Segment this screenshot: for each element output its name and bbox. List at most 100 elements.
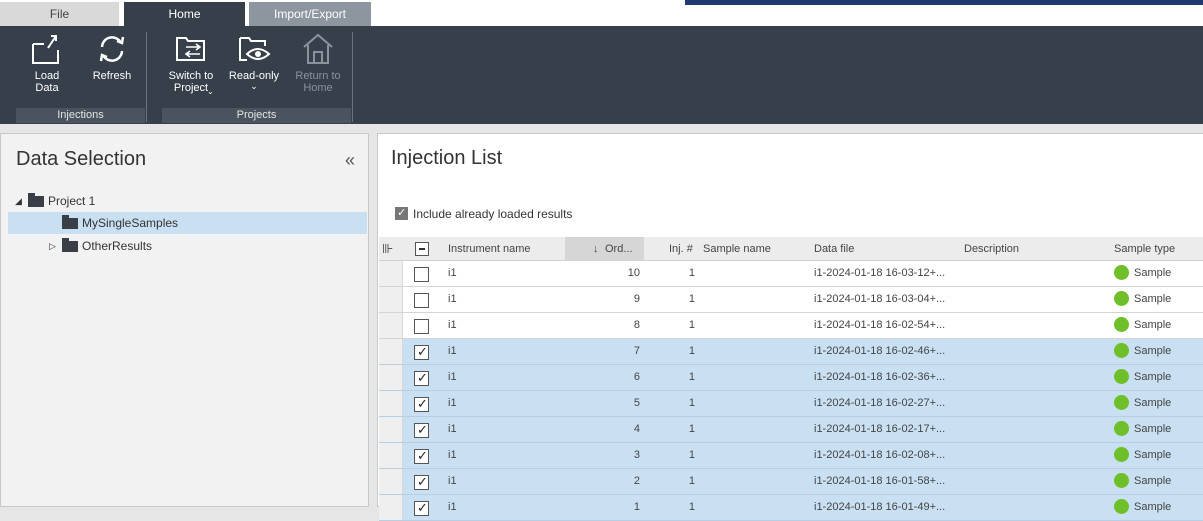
table-row[interactable]: i1 8 1 i1-2024-01-18 16-02-54+... Sample (379, 313, 1203, 339)
table-row[interactable]: i1 4 1 i1-2024-01-18 16-02-17+... Sample (379, 417, 1203, 443)
cell-order: 9 (633, 293, 640, 305)
column-header-description[interactable]: Description (964, 237, 1084, 260)
row-checkbox[interactable] (414, 293, 429, 308)
cell-data-file: i1-2024-01-18 16-02-54+... (814, 319, 946, 331)
include-loaded-results[interactable]: Include already loaded results (395, 206, 572, 221)
sample-type-label: Sample (1134, 397, 1172, 409)
injection-list-panel: Injection List Include already loaded re… (377, 133, 1203, 521)
tree-item-mysinglesamples[interactable]: MySingleSamples (8, 212, 367, 234)
refresh-button[interactable]: Refresh (87, 32, 137, 82)
cell-instrument: i1 (448, 293, 457, 305)
row-checkbox[interactable] (414, 422, 429, 438)
table-row[interactable]: i1 2 1 i1-2024-01-18 16-01-58+... Sample (379, 469, 1203, 495)
cell-instrument: i1 (448, 423, 457, 435)
row-checkbox[interactable] (414, 370, 429, 386)
sample-type-dot-icon (1114, 473, 1129, 488)
tree-item-otherresults[interactable]: ▷ OtherResults (8, 235, 367, 257)
cell-data-file: i1-2024-01-18 16-02-46+... (814, 345, 946, 357)
column-header-sample-name[interactable]: Sample name (703, 237, 803, 260)
expanded-arrow-icon[interactable]: ◢ (15, 190, 22, 212)
row-gutter[interactable] (379, 365, 403, 390)
sample-type-dot-icon (1114, 395, 1129, 410)
select-all-checkbox[interactable] (415, 237, 431, 260)
sample-type-label: Sample (1134, 423, 1172, 435)
tab-home[interactable]: Home (124, 2, 245, 26)
switch-to-project-button[interactable]: Switch to Project ⌄ (163, 32, 219, 96)
load-data-button[interactable]: Load Data (22, 32, 72, 94)
column-header-order-label: Ord... (605, 243, 633, 255)
tab-file[interactable]: File (0, 2, 119, 26)
row-gutter[interactable] (379, 313, 403, 338)
cell-inj: 1 (688, 501, 695, 513)
cell-sample-type: Sample (1114, 443, 1203, 468)
row-checkbox[interactable] (414, 448, 429, 464)
cell-description (964, 469, 1104, 494)
folder-icon (28, 193, 44, 207)
row-gutter[interactable] (379, 443, 403, 468)
cell-sample-type: Sample (1114, 365, 1203, 390)
row-checkbox[interactable] (414, 396, 429, 412)
cell-sample-name (703, 261, 803, 286)
return-to-home-button[interactable]: Return to Home (290, 32, 346, 94)
table-row[interactable]: i1 6 1 i1-2024-01-18 16-02-36+... Sample (379, 365, 1203, 391)
row-checkbox[interactable] (414, 344, 429, 360)
row-checkbox[interactable] (414, 474, 429, 490)
column-header-sample-type[interactable]: Sample type (1114, 237, 1203, 260)
ribbon: Load Data Refresh Switch to Project ⌄ Re… (0, 26, 1203, 124)
sample-type-label: Sample (1134, 475, 1172, 487)
cell-sample-name (703, 417, 803, 442)
row-gutter[interactable] (379, 495, 403, 520)
cell-sample-type: Sample (1114, 339, 1203, 364)
cell-instrument: i1 (448, 345, 457, 357)
include-loaded-checkbox[interactable] (395, 206, 408, 220)
data-selection-title: Data Selection (16, 148, 147, 170)
cell-inj: 1 (688, 475, 695, 487)
row-gutter[interactable] (379, 339, 403, 364)
cell-order: 10 (627, 267, 640, 279)
ribbon-separator (352, 32, 353, 122)
folder-icon (62, 215, 78, 229)
cell-description (964, 365, 1104, 390)
ribbon-separator (146, 32, 147, 122)
cell-sample-name (703, 287, 803, 312)
row-gutter[interactable] (379, 391, 403, 416)
row-checkbox[interactable] (414, 267, 429, 282)
table-row[interactable]: i1 1 1 i1-2024-01-18 16-01-49+... Sample (379, 495, 1203, 521)
sample-type-label: Sample (1134, 449, 1172, 461)
injection-list-title: Injection List (391, 147, 503, 169)
cell-order: 3 (633, 449, 640, 461)
tab-import-export[interactable]: Import/Export (249, 2, 371, 26)
table-row[interactable]: i1 10 1 i1-2024-01-18 16-03-12+... Sample (379, 261, 1203, 287)
read-only-button[interactable]: Read-only ⌄ (224, 32, 284, 91)
cell-instrument: i1 (448, 475, 457, 487)
row-checkbox[interactable] (414, 500, 429, 516)
sample-type-label: Sample (1134, 501, 1172, 513)
table-row[interactable]: i1 3 1 i1-2024-01-18 16-02-08+... Sample (379, 443, 1203, 469)
row-gutter[interactable] (379, 261, 403, 286)
column-header-instrument[interactable]: Instrument name (448, 237, 563, 260)
tree-item-project[interactable]: ◢ Project 1 (8, 190, 367, 212)
cell-order: 4 (633, 423, 640, 435)
tab-strip: File Home Import/Export (0, 0, 1203, 26)
row-gutter[interactable] (379, 287, 403, 312)
group-label-projects: Projects (162, 108, 351, 123)
row-gutter[interactable] (379, 469, 403, 494)
collapsed-arrow-icon[interactable]: ▷ (49, 235, 56, 257)
chevron-down-icon: ⌄ (207, 87, 214, 96)
table-row[interactable]: i1 7 1 i1-2024-01-18 16-02-46+... Sample (379, 339, 1203, 365)
cell-sample-name (703, 469, 803, 494)
row-checkbox[interactable] (414, 319, 429, 334)
cell-instrument: i1 (448, 319, 457, 331)
table-row[interactable]: i1 5 1 i1-2024-01-18 16-02-27+... Sample (379, 391, 1203, 417)
sample-type-dot-icon (1114, 447, 1129, 462)
cell-sample-name (703, 339, 803, 364)
column-chooser-icon[interactable]: ⊪ (382, 237, 402, 260)
row-gutter[interactable] (379, 417, 403, 442)
table-row[interactable]: i1 9 1 i1-2024-01-18 16-03-04+... Sample (379, 287, 1203, 313)
collapse-panel-icon[interactable]: « (345, 150, 355, 171)
cell-order: 6 (633, 371, 640, 383)
column-header-data-file[interactable]: Data file (814, 237, 944, 260)
column-header-order[interactable]: ↓ Ord... (565, 237, 644, 260)
cell-data-file: i1-2024-01-18 16-02-08+... (814, 449, 946, 461)
column-header-inj[interactable]: Inj. # (669, 237, 699, 260)
